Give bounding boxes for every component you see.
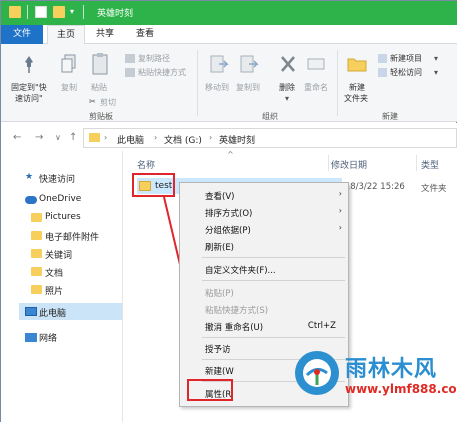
undo-shortcut: Ctrl+Z xyxy=(307,321,336,331)
menu-item-refresh[interactable]: 刷新(E) xyxy=(205,241,234,253)
watermark-name: 雨林木风 xyxy=(345,357,438,382)
divider xyxy=(202,280,345,281)
explorer-window: ▾ 英雄时刻 文件 主页 共享 查看 固定到"快 速访问" 复制 粘贴 复制路径… xyxy=(0,0,457,422)
chevron-right-icon: › xyxy=(338,189,342,198)
highlight-outline xyxy=(187,379,233,401)
chevron-right-icon: › xyxy=(338,206,342,215)
watermark-logo-icon xyxy=(295,351,339,395)
divider xyxy=(202,337,345,338)
menu-item-new[interactable]: 新建(W xyxy=(205,365,234,377)
menu-item-undo[interactable]: 撤消 重命名(U) xyxy=(205,321,263,333)
divider xyxy=(202,257,345,258)
menu-item-sort[interactable]: 排序方式(O) xyxy=(205,207,252,219)
menu-item-paste-shortcut[interactable]: 粘贴快捷方式(S) xyxy=(205,304,268,316)
menu-item-view[interactable]: 查看(V) xyxy=(205,190,234,202)
menu-item-paste[interactable]: 粘贴(P) xyxy=(205,287,234,299)
menu-item-customize[interactable]: 自定义文件夹(F)... xyxy=(205,264,276,276)
menu-item-share[interactable]: 授予访 xyxy=(205,343,231,355)
watermark: 雨林木风 www.ylmf888.com xyxy=(295,349,457,405)
watermark-url: www.ylmf888.com xyxy=(345,382,457,396)
menu-item-group[interactable]: 分组依据(P) xyxy=(205,224,251,236)
chevron-right-icon: › xyxy=(338,223,342,232)
